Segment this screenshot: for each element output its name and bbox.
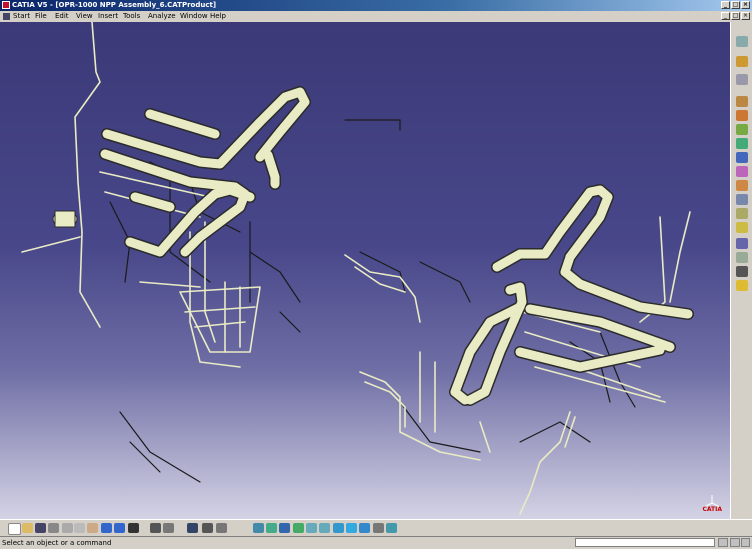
rotate-icon[interactable]: [293, 523, 304, 533]
graph-tree-icon[interactable]: [736, 166, 748, 177]
cmd-list-button[interactable]: [741, 538, 750, 547]
menu-view[interactable]: View: [76, 11, 93, 22]
cut-icon[interactable]: [62, 523, 73, 533]
replace-icon[interactable]: [736, 152, 748, 163]
pointer-icon[interactable]: [736, 56, 748, 67]
reorder-icon[interactable]: [736, 194, 748, 205]
whats-this-icon[interactable]: [128, 523, 139, 533]
document-window-buttons: _ □ ×: [721, 12, 750, 20]
menu-edit[interactable]: Edit: [55, 11, 69, 22]
close-button[interactable]: ×: [741, 1, 750, 9]
measure-icon[interactable]: [202, 523, 213, 533]
camera-icon[interactable]: [736, 280, 748, 291]
window-title: CATIA V5 - [OPR-1000 NPP Assembly_6.CATP…: [12, 1, 217, 9]
large-bore-pipes: [100, 87, 693, 405]
menu-window[interactable]: Window: [180, 11, 208, 22]
redo-icon[interactable]: [114, 523, 125, 533]
menu-analyze[interactable]: Analyze: [148, 11, 176, 22]
product-icon[interactable]: [736, 74, 748, 85]
normal-view-icon[interactable]: [333, 523, 344, 533]
select-icon[interactable]: [736, 36, 748, 47]
menu-bar: Start File Edit View Insert Tools Analyz…: [0, 11, 752, 22]
bill-of-material-icon[interactable]: [736, 238, 748, 249]
pan-icon[interactable]: [279, 523, 290, 533]
open-icon[interactable]: [22, 523, 33, 533]
power-input-field[interactable]: [575, 538, 715, 547]
new-icon[interactable]: [8, 523, 21, 535]
right-toolbar: [730, 22, 752, 519]
catia-logo-label: CATIA: [702, 506, 722, 513]
component-icon[interactable]: [736, 96, 748, 107]
doc-close-button[interactable]: ×: [741, 12, 750, 20]
analysis-icon[interactable]: [216, 523, 227, 533]
3d-viewport[interactable]: CATIA: [0, 22, 730, 519]
maximize-button[interactable]: □: [731, 1, 740, 9]
bottom-toolbar: [0, 519, 752, 536]
new-part-icon[interactable]: [736, 124, 748, 135]
fit-all-icon[interactable]: [266, 523, 277, 533]
formula-icon[interactable]: [150, 523, 161, 533]
menu-tools[interactable]: Tools: [123, 11, 140, 22]
existing-component-icon[interactable]: [736, 138, 748, 149]
cmd-undo-button[interactable]: [730, 538, 740, 547]
light-icon[interactable]: [736, 266, 748, 277]
undo-icon[interactable]: [101, 523, 112, 533]
scene-icon[interactable]: [736, 252, 748, 263]
hide-show-icon[interactable]: [373, 523, 384, 533]
print-icon[interactable]: [48, 523, 59, 533]
tank-body: [54, 210, 76, 228]
render-style-icon[interactable]: [359, 523, 370, 533]
doc-restore-button[interactable]: □: [731, 12, 740, 20]
zoom-in-icon[interactable]: [306, 523, 317, 533]
title-bar: CATIA V5 - [OPR-1000 NPP Assembly_6.CATP…: [0, 0, 752, 11]
small-bore-pipes: [21, 22, 691, 515]
status-bar: Select an object or a command: [0, 536, 752, 549]
views-icon[interactable]: [346, 523, 357, 533]
paste-icon[interactable]: [87, 523, 98, 533]
piping-model[interactable]: [0, 22, 730, 519]
fast-instantiate-icon[interactable]: [736, 222, 748, 233]
menu-start[interactable]: Start: [13, 11, 30, 22]
new-component-icon[interactable]: [736, 110, 748, 121]
cmd-stop-button[interactable]: [718, 538, 728, 547]
menu-file[interactable]: File: [35, 11, 47, 22]
copy-icon[interactable]: [74, 523, 85, 533]
doc-minimize-button[interactable]: _: [721, 12, 730, 20]
pipe-supports: [109, 119, 636, 483]
zoom-out-icon[interactable]: [319, 523, 330, 533]
document-icon[interactable]: [3, 13, 10, 20]
catalog-icon[interactable]: [187, 523, 198, 533]
minimize-button[interactable]: _: [721, 1, 730, 9]
knowledge-icon[interactable]: [163, 523, 174, 533]
swap-space-icon[interactable]: [386, 523, 397, 533]
catia-app-icon[interactable]: [2, 1, 10, 9]
renumber-icon[interactable]: [736, 180, 748, 191]
fly-icon[interactable]: [253, 523, 264, 533]
menu-help[interactable]: Help: [210, 11, 226, 22]
multi-instantiate-icon[interactable]: [736, 208, 748, 219]
save-icon[interactable]: [35, 523, 46, 533]
status-message: Select an object or a command: [2, 539, 112, 547]
menu-insert[interactable]: Insert: [98, 11, 118, 22]
